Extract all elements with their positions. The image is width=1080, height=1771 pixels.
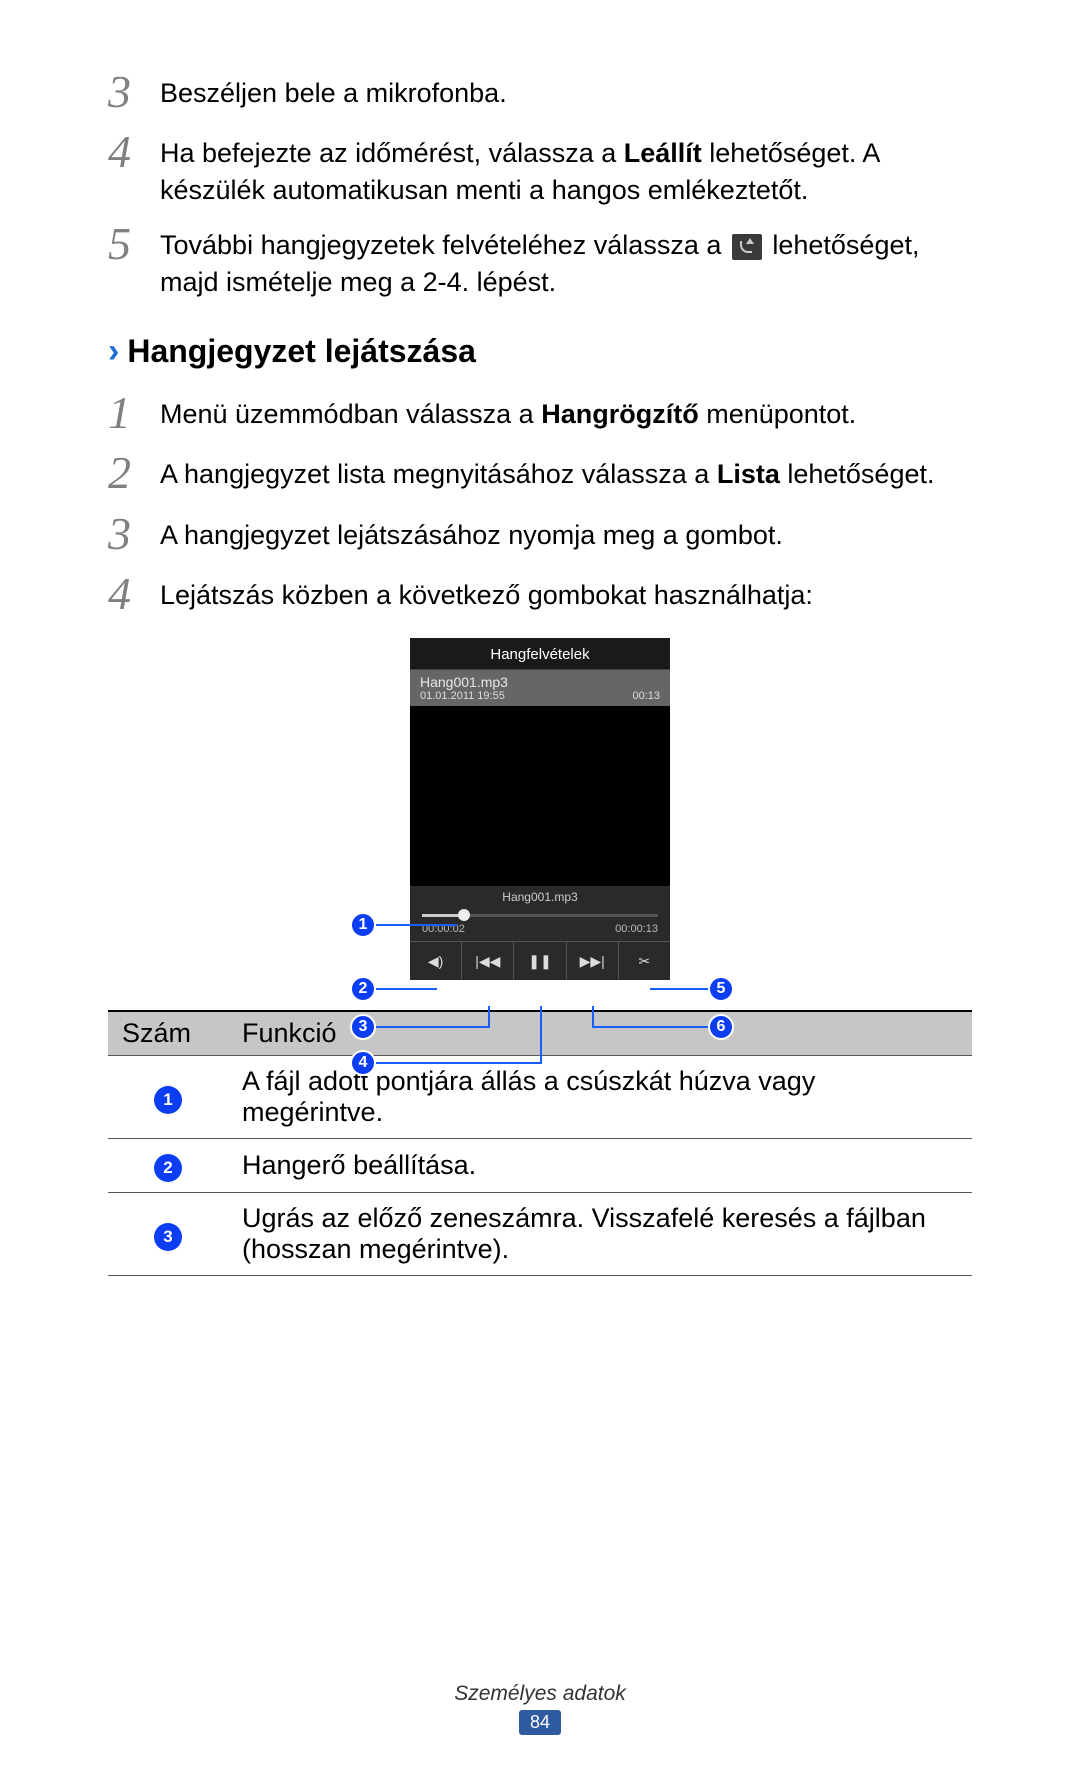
phone-file-row: Hang001.mp3 01.01.2011 19:55 00:13 <box>410 669 670 706</box>
table-num-cell: 1 <box>108 1056 228 1139</box>
text-pre: Ha befejezte az időmérést, válassza a <box>160 138 624 168</box>
phone-controls: ◀) |◀◀ ❚❚ ▶▶| ✂ <box>410 941 670 980</box>
footer-section-label: Személyes adatok <box>0 1682 1080 1706</box>
page-footer: Személyes adatok 84 <box>0 1682 1080 1735</box>
table-func-cell: Ugrás az előző zeneszámra. Visszafelé ke… <box>228 1193 972 1276</box>
step-text: Ha befejezte az időmérést, válassza a Le… <box>160 128 972 208</box>
text-post: lehetőséget. <box>780 459 935 489</box>
trim-icon: ✂ <box>619 942 670 980</box>
callout-line <box>592 1006 594 1028</box>
table-num-cell: 2 <box>108 1139 228 1193</box>
phone-timecodes: 00:00:02 00:00:13 <box>410 919 670 941</box>
volume-icon: ◀) <box>410 942 462 980</box>
step-text: A hangjegyzet lista megnyitásához válass… <box>160 449 934 492</box>
text-pre: További hangjegyzetek felvételéhez válas… <box>160 230 729 260</box>
callout-line <box>592 1026 710 1028</box>
circle-num-1: 1 <box>154 1086 182 1114</box>
text-bold: Hangrögzítő <box>541 399 698 429</box>
phone-file-meta: 01.01.2011 19:55 00:13 <box>420 690 660 702</box>
step-number: 1 <box>108 389 160 437</box>
step-text: Beszéljen bele a mikrofonba. <box>160 68 507 111</box>
table-row: 2 Hangerő beállítása. <box>108 1139 972 1193</box>
play-step-3: 3 A hangjegyzet lejátszásához nyomja meg… <box>108 510 972 558</box>
table-func-cell: Hangerő beállítása. <box>228 1139 972 1193</box>
slider-track <box>422 914 658 917</box>
table-num-cell: 3 <box>108 1193 228 1276</box>
step-text: Menü üzemmódban válassza a Hangrögzítő m… <box>160 389 856 432</box>
text-bold: Leállít <box>624 138 702 168</box>
step-number: 4 <box>108 570 160 618</box>
circle-num-3: 3 <box>154 1223 182 1251</box>
table-row: 1 A fájl adott pontjára állás a csúszkát… <box>108 1056 972 1139</box>
text-pre: Menü üzemmódban válassza a <box>160 399 541 429</box>
callout-line <box>375 1026 490 1028</box>
step-4: 4 Ha befejezte az időmérést, válassza a … <box>108 128 972 208</box>
callout-line <box>375 1062 542 1064</box>
step-number: 2 <box>108 449 160 497</box>
section-title: Hangjegyzet lejátszása <box>127 333 476 370</box>
callout-line <box>375 988 437 990</box>
page-number: 84 <box>519 1710 561 1735</box>
callout-line <box>650 988 710 990</box>
text-post: menüpontot. <box>699 399 857 429</box>
pause-icon: ❚❚ <box>514 942 566 980</box>
table-head-func: Funkció <box>228 1011 972 1056</box>
phone-progress-slider <box>410 908 670 919</box>
circle-num-2: 2 <box>154 1154 182 1182</box>
step-3: 3 Beszéljen bele a mikrofonba. <box>108 68 972 116</box>
step-text: Lejátszás közben a következő gombokat ha… <box>160 570 813 613</box>
table-func-cell: A fájl adott pontjára állás a csúszkát h… <box>228 1056 972 1139</box>
play-step-4: 4 Lejátszás közben a következő gombokat … <box>108 570 972 618</box>
callout-line <box>540 1006 542 1064</box>
callout-5: 5 <box>708 976 734 1002</box>
section-heading: › Hangjegyzet lejátszása <box>108 332 972 371</box>
chevron-icon: › <box>108 332 119 371</box>
table-head-num: Szám <box>108 1011 228 1056</box>
slider-knob <box>458 909 470 921</box>
play-step-1: 1 Menü üzemmódban válassza a Hangrögzítő… <box>108 389 972 437</box>
step-text: További hangjegyzetek felvételéhez válas… <box>160 220 972 300</box>
step-number: 3 <box>108 68 160 116</box>
callout-line <box>375 924 457 926</box>
next-icon: ▶▶| <box>567 942 619 980</box>
step-text: A hangjegyzet lejátszásához nyomja meg a… <box>160 510 783 553</box>
phone-screen: Hangfelvételek Hang001.mp3 01.01.2011 19… <box>410 638 670 980</box>
text-bold: Lista <box>717 459 780 489</box>
phone-total: 00:00:13 <box>615 923 658 935</box>
phone-list-area <box>410 706 670 886</box>
phone-file-date: 01.01.2011 19:55 <box>420 690 505 702</box>
step-number: 3 <box>108 510 160 558</box>
step-number: 5 <box>108 220 160 268</box>
phone-file-name: Hang001.mp3 <box>420 674 660 690</box>
phone-now-playing: Hang001.mp3 <box>410 886 670 908</box>
step-5: 5 További hangjegyzetek felvételéhez vál… <box>108 220 972 300</box>
phone-title: Hangfelvételek <box>410 638 670 669</box>
callout-1: 1 <box>350 912 376 938</box>
text-pre: A hangjegyzet lista megnyitásához válass… <box>160 459 717 489</box>
table-row: 3 Ugrás az előző zeneszámra. Visszafelé … <box>108 1193 972 1276</box>
phone-illustration: Hangfelvételek Hang001.mp3 01.01.2011 19… <box>260 638 820 980</box>
play-step-2: 2 A hangjegyzet lista megnyitásához vála… <box>108 449 972 497</box>
phone-file-duration: 00:13 <box>632 690 660 702</box>
prev-icon: |◀◀ <box>462 942 514 980</box>
callout-2: 2 <box>350 976 376 1002</box>
callout-line <box>488 1006 490 1028</box>
step-number: 4 <box>108 128 160 176</box>
record-again-icon <box>732 234 762 260</box>
